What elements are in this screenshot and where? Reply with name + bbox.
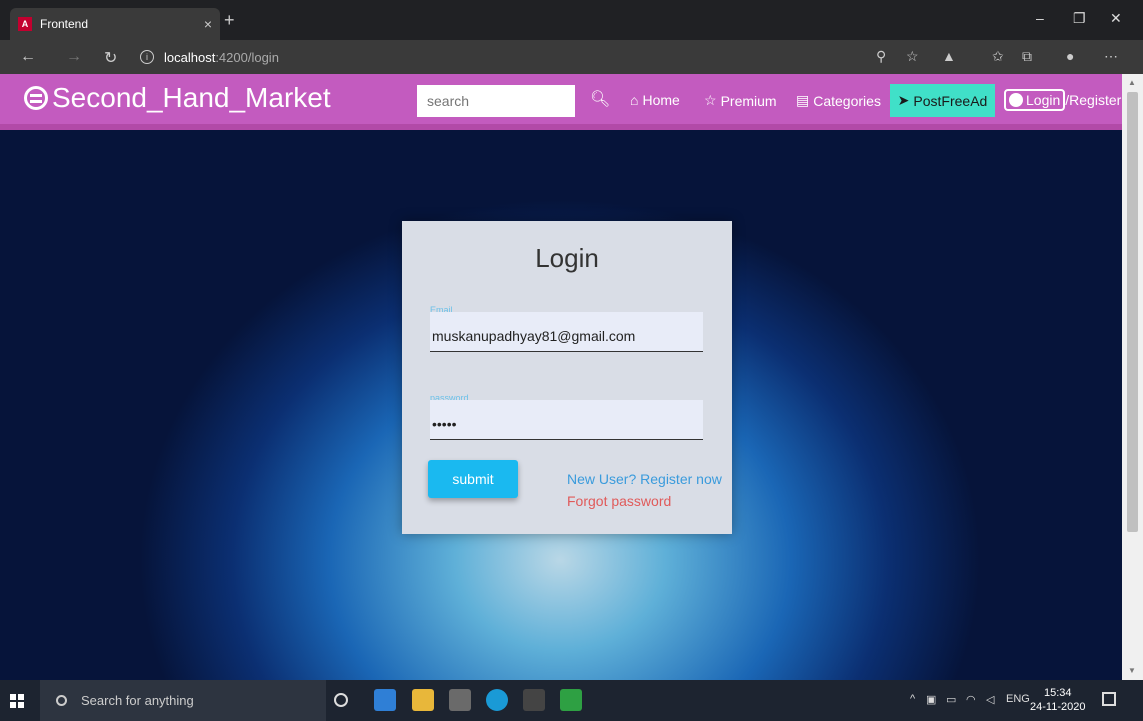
- scroll-down-icon[interactable]: ▼: [1128, 666, 1136, 675]
- url-field[interactable]: i localhost :4200/login: [140, 46, 279, 68]
- taskbar-search[interactable]: Search for anything: [40, 680, 326, 721]
- nav-premium-label: Premium: [720, 92, 777, 109]
- paper-plane-icon: ➤: [897, 92, 910, 108]
- user-icon: [1009, 93, 1023, 107]
- nav-home[interactable]: ⌂ Home: [630, 92, 680, 108]
- extension-icon[interactable]: ▲: [942, 48, 956, 64]
- browser-tab[interactable]: A Frontend ×: [10, 8, 220, 40]
- tray-app-icon[interactable]: ▣: [926, 693, 936, 706]
- email-field[interactable]: [430, 312, 703, 352]
- windows-start-icon[interactable]: [10, 694, 24, 708]
- nav-premium[interactable]: ☆ Premium: [704, 92, 777, 109]
- refresh-icon[interactable]: ↻: [104, 48, 117, 68]
- favorite-star-icon[interactable]: ☆: [906, 48, 919, 65]
- minimize-button[interactable]: –: [1036, 10, 1044, 26]
- scroll-up-icon[interactable]: ▲: [1128, 78, 1136, 87]
- tray-chevron-icon[interactable]: ^: [910, 693, 915, 705]
- battery-icon[interactable]: ▭: [946, 693, 956, 706]
- nav-home-label: Home: [642, 92, 680, 108]
- login-card: Login Email password submit New User? Re…: [402, 221, 732, 534]
- clock-date: 24-11-2020: [1030, 701, 1086, 713]
- search-input[interactable]: [417, 85, 575, 117]
- url-host: localhost: [164, 49, 216, 65]
- close-window-button[interactable]: ✕: [1110, 10, 1122, 27]
- back-icon[interactable]: ←: [20, 48, 36, 66]
- language-indicator[interactable]: ENG: [1006, 693, 1030, 705]
- wifi-icon[interactable]: ◠: [966, 693, 976, 706]
- brand-logo[interactable]: Second_Hand_Market: [24, 82, 331, 114]
- scroll-thumb[interactable]: [1127, 92, 1138, 532]
- task-view-icon[interactable]: [334, 693, 348, 707]
- search-icon[interactable]: 🔍︎: [590, 89, 610, 109]
- submit-button[interactable]: submit: [428, 460, 518, 498]
- forgot-password-link[interactable]: Forgot password: [567, 493, 671, 509]
- site-navbar: Second_Hand_Market 🔍︎ ⌂ Home ☆ Premium ▤…: [0, 74, 1122, 130]
- nav-categories-label: Categories: [813, 92, 881, 109]
- mongodb-icon[interactable]: [560, 689, 582, 711]
- browser-titlebar: A Frontend × + – ❐ ✕: [0, 0, 1143, 40]
- favorites-icon[interactable]: ✩: [992, 48, 1004, 65]
- register-now-link[interactable]: New User? Register now: [567, 471, 722, 487]
- forward-icon[interactable]: →: [66, 48, 82, 66]
- post-free-ad-button[interactable]: ➤ PostFreeAd: [890, 84, 995, 117]
- page-scrollbar[interactable]: ▲ ▼: [1122, 74, 1143, 680]
- brand-name: Second_Hand_Market: [52, 82, 331, 113]
- store-icon[interactable]: [449, 689, 471, 711]
- taskbar-search-placeholder: Search for anything: [81, 693, 194, 708]
- login-link[interactable]: Login: [1004, 89, 1066, 111]
- collections-icon[interactable]: ⧉: [1022, 48, 1032, 65]
- taskbar-clock[interactable]: 15:34 24-11-2020: [1030, 686, 1085, 714]
- post-free-ad-label: PostFreeAd: [913, 92, 988, 109]
- profile-avatar-icon[interactable]: ●: [1066, 48, 1074, 64]
- terminal-icon[interactable]: [523, 689, 545, 711]
- login-title: Login: [535, 243, 599, 273]
- home-icon: ⌂: [630, 92, 639, 108]
- address-bar: ← → ↻ i localhost :4200/login ⚲ ☆ ▲ ✩ ⧉ …: [0, 40, 1143, 74]
- market-logo-icon: [24, 86, 48, 110]
- document-icon: ▤: [796, 92, 810, 108]
- clock-time: 15:34: [1043, 687, 1072, 699]
- search-icon: [56, 695, 67, 706]
- login-register: Login /Register: [1004, 89, 1121, 111]
- password-field[interactable]: [430, 400, 703, 440]
- tab-title: Frontend: [40, 17, 89, 31]
- windows-taskbar: Search for anything ^ ▣ ▭ ◠ ◁ ENG 15:34 …: [0, 680, 1143, 721]
- tab-close-icon[interactable]: ×: [204, 16, 212, 32]
- mail-icon[interactable]: [374, 689, 396, 711]
- info-icon[interactable]: i: [140, 50, 154, 64]
- file-explorer-icon[interactable]: [412, 689, 434, 711]
- volume-icon[interactable]: ◁: [986, 693, 994, 706]
- edge-browser-icon[interactable]: [486, 689, 508, 711]
- star-icon: ☆: [704, 92, 717, 108]
- url-path: :4200/login: [215, 49, 279, 65]
- register-link[interactable]: /Register: [1065, 92, 1121, 108]
- login-label: Login: [1026, 92, 1061, 108]
- new-tab-button[interactable]: +: [224, 10, 235, 31]
- key-icon[interactable]: ⚲: [876, 48, 886, 65]
- angular-icon: A: [18, 17, 32, 31]
- restore-button[interactable]: ❐: [1073, 10, 1086, 27]
- more-menu-icon[interactable]: ⋯: [1104, 48, 1118, 65]
- nav-categories[interactable]: ▤ Categories: [796, 92, 881, 109]
- notifications-icon[interactable]: [1102, 692, 1116, 706]
